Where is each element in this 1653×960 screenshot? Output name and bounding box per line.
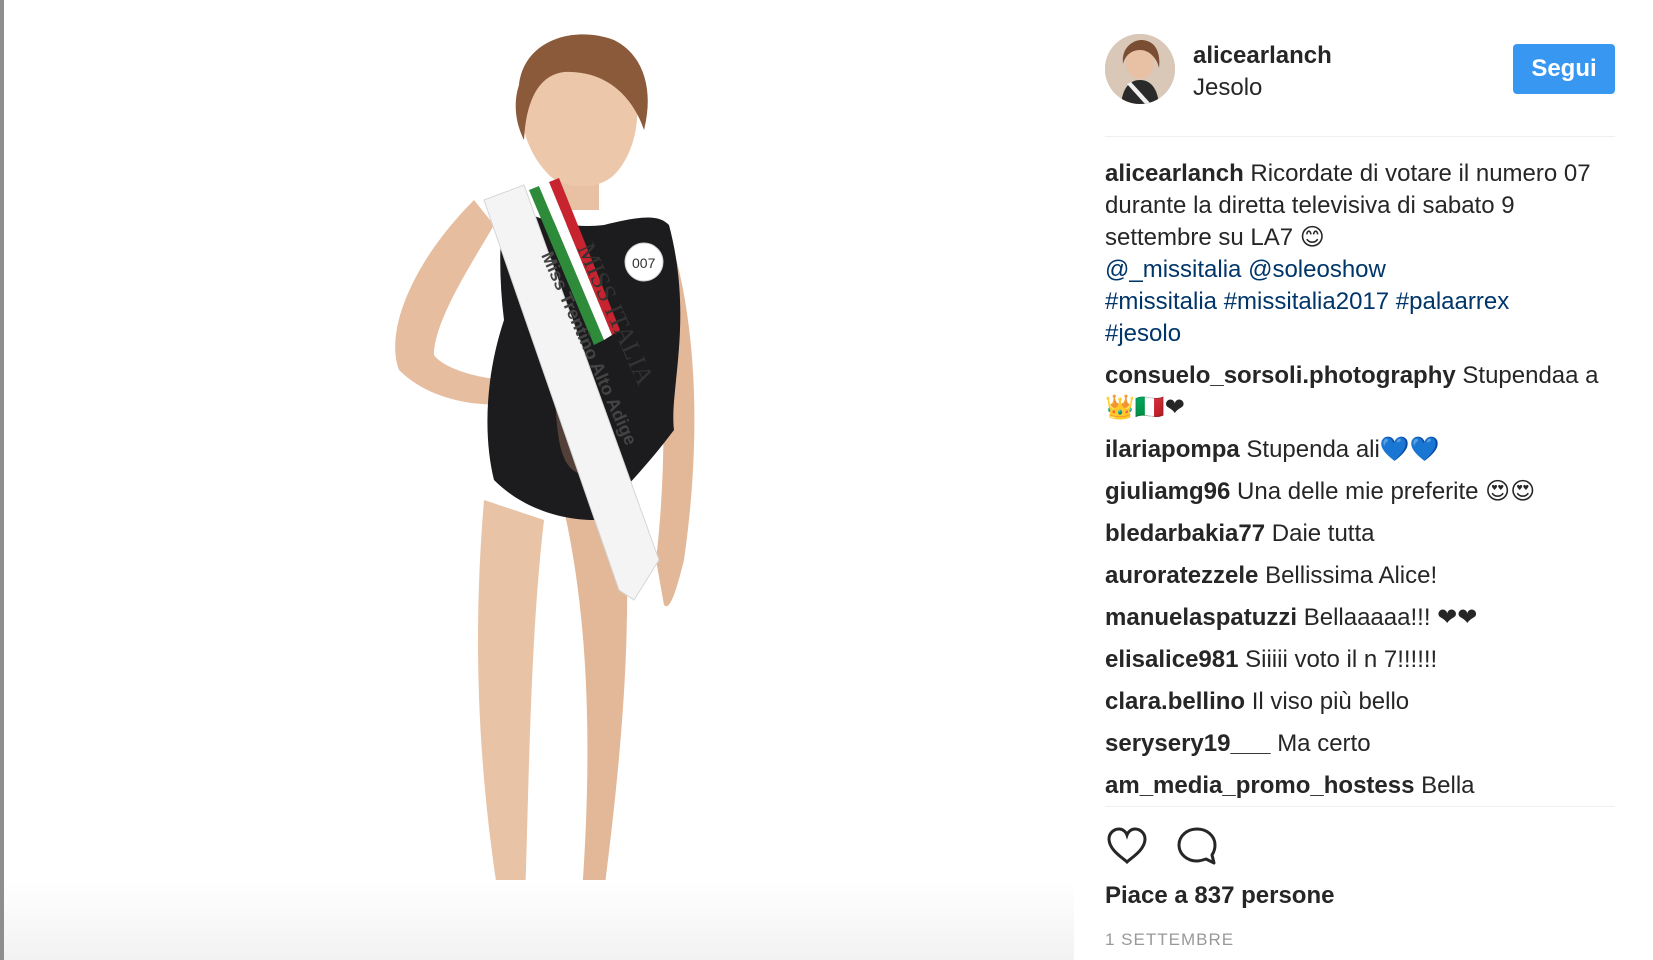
post-username[interactable]: alicearlanch: [1193, 42, 1332, 70]
post-photo[interactable]: MISS ITALIA Miss Trentino Alto Adige 007: [4, 0, 1074, 960]
comment-item: giuliamg96 Una delle mie preferite 😍😍: [1105, 476, 1615, 508]
post-header: alicearlanch Jesolo Segui: [1105, 32, 1615, 108]
divider: [1105, 806, 1615, 807]
comment-item: manuelaspatuzzi Bellaaaaa!!! ❤❤: [1105, 602, 1615, 634]
comment-username[interactable]: clara.bellino: [1105, 688, 1245, 715]
mention-link[interactable]: @soleoshow: [1248, 256, 1386, 283]
comment-username[interactable]: am_media_promo_hostess: [1105, 772, 1414, 799]
comment-bubble-icon[interactable]: [1175, 824, 1219, 868]
comment-username[interactable]: consuelo_sorsoli.photography: [1105, 362, 1456, 389]
hashtag-link[interactable]: #jesolo: [1105, 320, 1181, 347]
hashtag-link[interactable]: #missitalia: [1105, 288, 1217, 315]
comment-item: ilariapompa Stupenda ali💙💙: [1105, 434, 1615, 466]
comment-text: Bella: [1421, 772, 1475, 799]
comment-item: elisalice981 Siiiii voto il n 7!!!!!!: [1105, 644, 1615, 676]
comment-item: bledarbakia77 Daie tutta: [1105, 518, 1615, 550]
badge-number: 007: [632, 255, 656, 271]
hashtag-link[interactable]: #palaarrex: [1396, 288, 1509, 315]
comment-text: Bellaaaaa!!! ❤❤: [1303, 604, 1478, 631]
caption: alicearlanch Ricordate di votare il nume…: [1105, 158, 1615, 350]
comment-text: Stupenda ali💙💙: [1246, 436, 1440, 463]
comment-username[interactable]: bledarbakia77: [1105, 520, 1265, 547]
comment-username[interactable]: ilariapompa: [1105, 436, 1240, 463]
comment-item: clara.bellino Il viso più bello: [1105, 686, 1615, 718]
follow-button[interactable]: Segui: [1513, 44, 1615, 94]
heart-icon[interactable]: [1105, 824, 1149, 868]
caption-username[interactable]: alicearlanch: [1105, 160, 1244, 187]
comment-text: Bellissima Alice!: [1265, 562, 1438, 589]
comment-item: consuelo_sorsoli.photography Stupendaa a…: [1105, 360, 1615, 424]
photo-illustration: MISS ITALIA Miss Trentino Alto Adige 007: [4, 0, 1074, 960]
avatar[interactable]: [1105, 34, 1175, 104]
avatar-image: [1105, 34, 1175, 104]
comment-text: Una delle mie preferite 😍😍: [1237, 478, 1536, 505]
comment-item: serysery19___ Ma certo: [1105, 728, 1615, 760]
post-sidebar: alicearlanch Jesolo Segui alicearlanch R…: [1105, 0, 1615, 960]
post-location[interactable]: Jesolo: [1193, 74, 1262, 102]
comment-username[interactable]: auroratezzele: [1105, 562, 1258, 589]
hashtag-link[interactable]: #missitalia2017: [1224, 288, 1389, 315]
mention-link[interactable]: @_missitalia: [1105, 256, 1241, 283]
comment-text: Siiiii voto il n 7!!!!!!: [1245, 646, 1438, 673]
post-actions: [1105, 824, 1305, 868]
post-date: 1 SETTEMBRE: [1105, 930, 1235, 949]
comment-username[interactable]: manuelaspatuzzi: [1105, 604, 1297, 631]
comment-text: Ma certo: [1277, 730, 1371, 757]
comment-username[interactable]: elisalice981: [1105, 646, 1238, 673]
comment-item: am_media_promo_hostess Bella: [1105, 770, 1615, 802]
photo-bottom-shade: [4, 880, 1074, 960]
comment-item: auroratezzele Bellissima Alice!: [1105, 560, 1615, 592]
likes-count[interactable]: Piace a 837 persone: [1105, 882, 1334, 910]
comments-list: alicearlanch Ricordate di votare il nume…: [1105, 158, 1615, 812]
comment-username[interactable]: giuliamg96: [1105, 478, 1230, 505]
divider: [1105, 136, 1615, 137]
comment-text: Il viso più bello: [1251, 688, 1410, 715]
comment-username[interactable]: serysery19___: [1105, 730, 1271, 757]
comment-text: Daie tutta: [1271, 520, 1375, 547]
